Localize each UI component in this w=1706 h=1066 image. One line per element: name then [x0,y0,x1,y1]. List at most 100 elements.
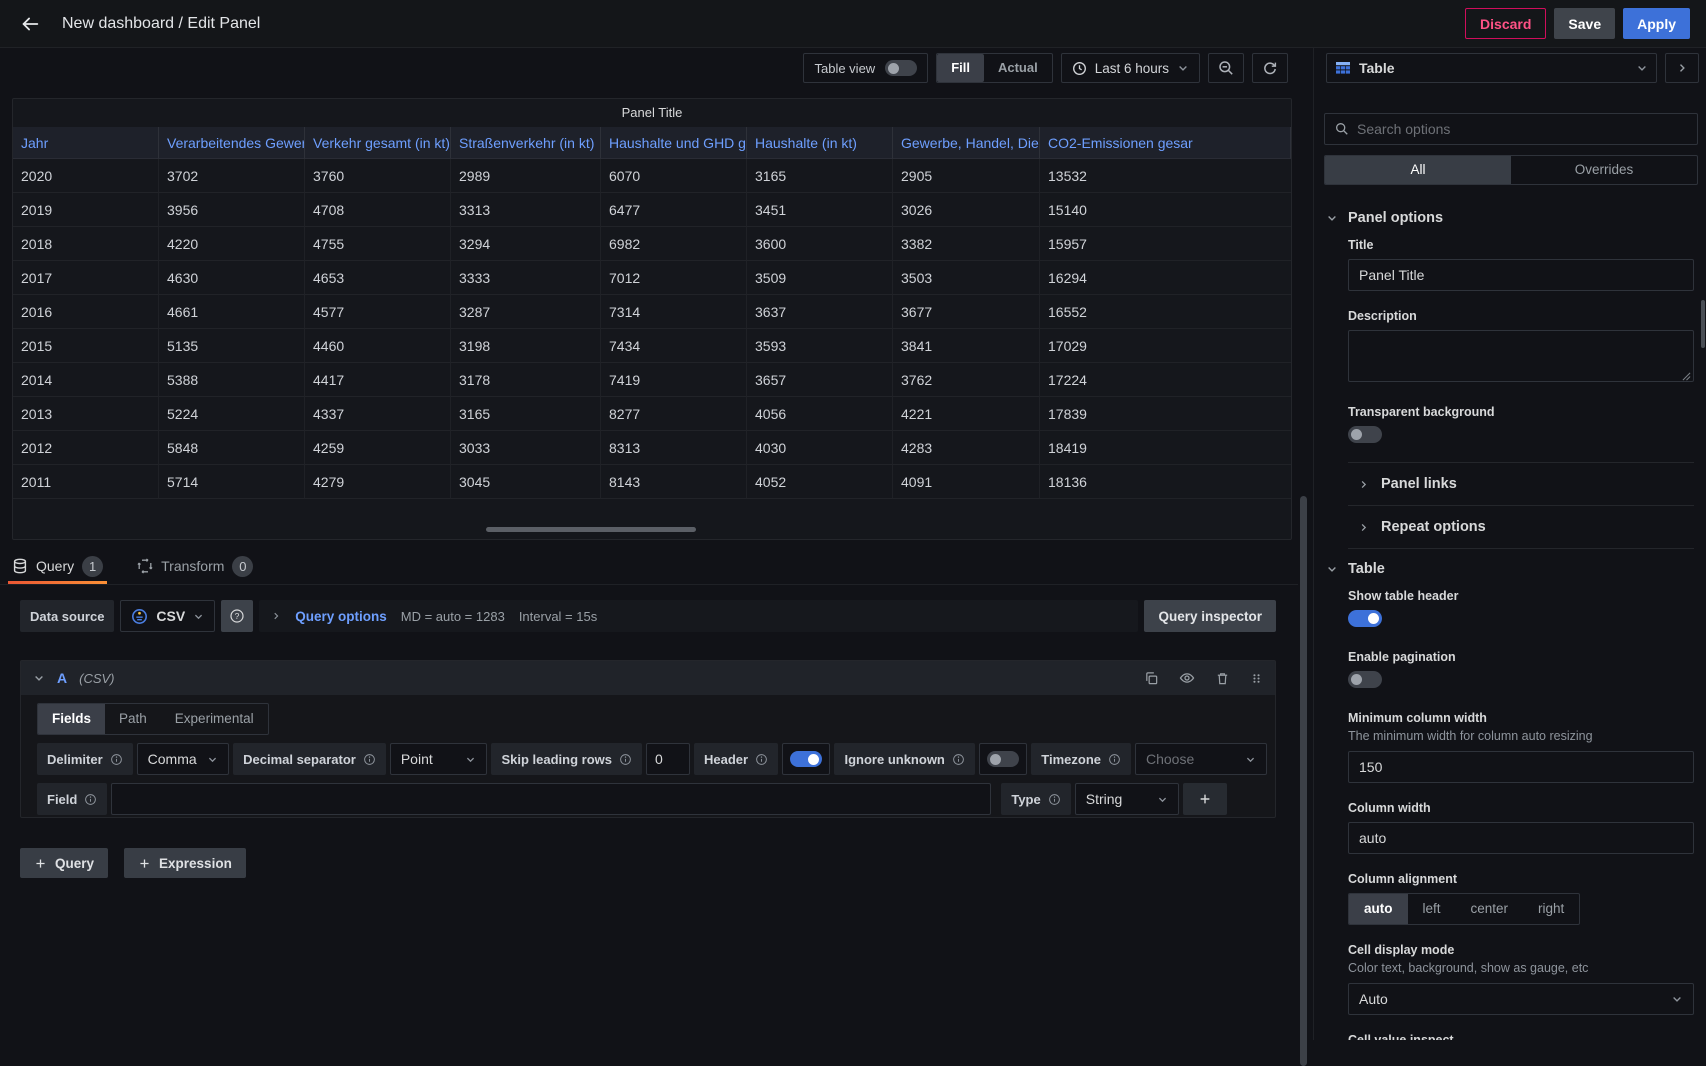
table-cell: 6477 [601,193,747,227]
table-cell: 4755 [305,227,451,261]
vertical-scrollbar[interactable] [1300,496,1307,1066]
tab-fields[interactable]: Fields [38,704,105,734]
tab-all[interactable]: All [1325,156,1511,184]
repeat-options-section[interactable]: Repeat options [1348,505,1694,548]
panel-options-section-header[interactable]: Panel options [1324,198,1696,236]
header-switch[interactable] [790,751,822,767]
table-cell: 5848 [159,431,305,465]
column-header[interactable]: Gewerbe, Handel, Dien [893,127,1040,159]
table-cell: 5224 [159,397,305,431]
hide-query-eye-icon[interactable] [1179,670,1195,686]
delimiter-select[interactable]: Comma [137,743,229,775]
sidebar-scrollbar[interactable] [1701,300,1705,348]
chevron-down-icon [33,672,45,684]
query-editor-a: A (CSV) Fields Path Exp [20,660,1276,818]
table-cell: 3956 [159,193,305,227]
cell-display-mode-select[interactable]: Auto [1348,983,1694,1015]
time-range-picker[interactable]: Last 6 hours [1061,53,1200,83]
table-cell: 3841 [893,329,1040,363]
table-cell: 17224 [1040,363,1291,397]
query-options-bar[interactable]: Query options MD = auto = 1283 Interval … [259,600,1138,632]
save-button[interactable]: Save [1554,8,1615,39]
table-cell: 3657 [747,363,893,397]
table-cell: 2013 [13,397,159,431]
actual-option[interactable]: Actual [984,54,1052,82]
table-cell: 6982 [601,227,747,261]
table-view-switch[interactable] [885,60,917,76]
chevron-right-icon [271,611,281,621]
min-column-width-input[interactable] [1348,751,1694,783]
alignment-right[interactable]: right [1523,894,1579,924]
table-cell: 3165 [451,397,601,431]
drag-handle-icon[interactable] [1250,671,1263,686]
column-header[interactable]: Straßenverkehr (in kt) [451,127,601,159]
column-header[interactable]: CO2-Emissionen gesar [1040,127,1291,159]
datasource-help-button[interactable]: ? [221,600,253,632]
apply-button[interactable]: Apply [1623,8,1690,39]
column-width-input[interactable] [1348,822,1694,854]
column-header[interactable]: Haushalte und GHD ge [601,127,747,159]
discard-button[interactable]: Discard [1465,8,1546,39]
collapse-options-button[interactable] [1665,53,1699,83]
table-viz-icon [1335,61,1351,75]
table-cell: 3333 [451,261,601,295]
zoom-out-button[interactable] [1208,53,1244,83]
column-header[interactable]: Jahr [13,127,159,159]
alignment-left[interactable]: left [1408,894,1456,924]
transparent-background-switch[interactable] [1348,426,1382,443]
description-label: Description [1348,309,1694,323]
table-cell: 2905 [893,159,1040,193]
cell-display-mode-description: Color text, background, show as gauge, e… [1348,961,1694,975]
fill-option[interactable]: Fill [937,54,984,82]
delete-query-trash-icon[interactable] [1215,671,1230,686]
add-field-button[interactable] [1183,783,1227,815]
type-select[interactable]: String [1075,783,1179,815]
show-table-header-switch[interactable] [1348,610,1382,627]
tab-transform[interactable]: Transform 0 [133,548,257,584]
add-expression-button[interactable]: Expression [124,848,246,878]
alignment-center[interactable]: center [1456,894,1524,924]
timezone-select[interactable]: Choose [1135,743,1267,775]
back-button[interactable] [16,10,44,38]
table-row: 201646614577328773143637367716552 [13,295,1291,329]
table-row: 202037023760298960703165290513532 [13,159,1291,193]
tab-path[interactable]: Path [105,704,161,734]
column-header[interactable]: Haushalte (in kt) [747,127,893,159]
alignment-auto[interactable]: auto [1349,894,1408,924]
field-input[interactable] [111,783,991,815]
table-cell: 3045 [451,465,601,499]
chevron-right-icon [1676,62,1688,74]
tab-query[interactable]: Query 1 [8,548,107,584]
table-section-header[interactable]: Table [1324,549,1696,587]
transparent-background-label: Transparent background [1348,405,1694,419]
datasource-picker[interactable]: CSV [120,600,215,632]
enable-pagination-switch[interactable] [1348,671,1382,688]
description-textarea[interactable] [1348,330,1694,382]
column-header[interactable]: Verkehr gesamt (in kt) [305,127,451,159]
skip-leading-rows-input[interactable] [646,743,690,775]
decimal-separator-select[interactable]: Point [390,743,488,775]
timezone-label: Timezone [1031,743,1131,775]
query-editor-header[interactable]: A (CSV) [21,661,1275,695]
query-inspector-button[interactable]: Query inspector [1144,600,1276,632]
visualization-picker[interactable]: Table [1326,53,1657,83]
duplicate-query-icon[interactable] [1144,671,1159,686]
table-cell: 15957 [1040,227,1291,261]
panel-title-input[interactable] [1348,259,1694,291]
ignore-unknown-switch[interactable] [987,751,1019,767]
panel-links-section[interactable]: Panel links [1348,462,1694,505]
refresh-button[interactable] [1252,53,1288,83]
query-options-link[interactable]: Query options [295,609,387,624]
column-header[interactable]: Verarbeitendes Gewerl [159,127,305,159]
tab-experimental[interactable]: Experimental [161,704,268,734]
resize-handle-icon[interactable] [1682,372,1691,381]
search-options-input[interactable] [1357,121,1687,137]
table-cell: 17839 [1040,397,1291,431]
tab-overrides[interactable]: Overrides [1511,156,1697,184]
min-column-width-description: The minimum width for column auto resizi… [1348,729,1694,743]
horizontal-scrollbar[interactable] [486,527,696,532]
search-options[interactable] [1324,113,1698,145]
add-query-button[interactable]: Query [20,848,108,878]
table-cell: 2012 [13,431,159,465]
table-row: 201842204755329469823600338215957 [13,227,1291,261]
